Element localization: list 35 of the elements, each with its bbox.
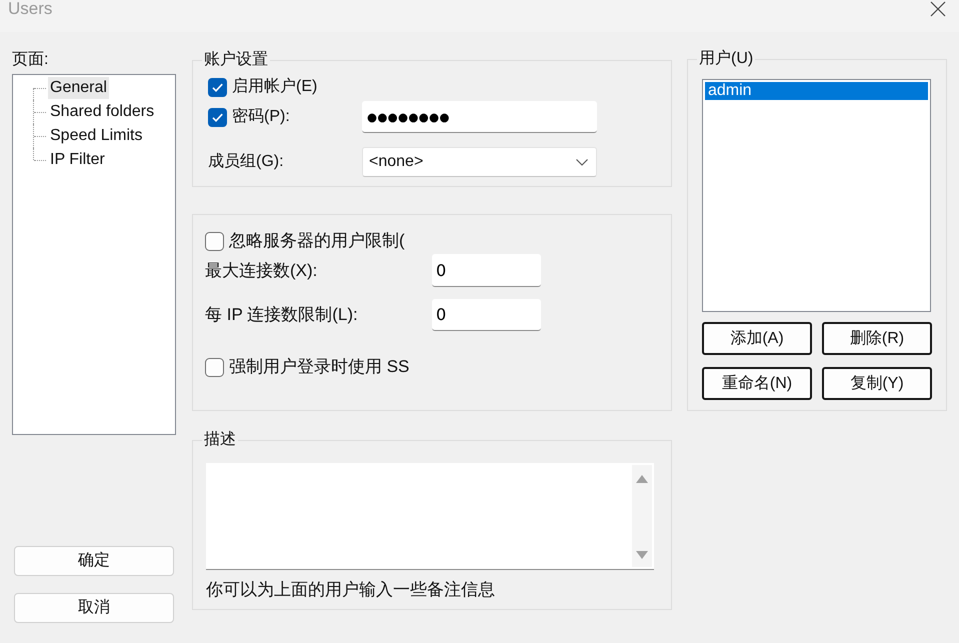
description-field[interactable] (206, 463, 654, 570)
copy-button[interactable]: 复制(Y) (822, 367, 932, 400)
group-title: 描述 (203, 431, 237, 449)
cancel-button[interactable]: 取消 (14, 593, 174, 623)
field-label: 每 IP 连接数限制(L): (205, 305, 358, 325)
checkbox[interactable] (205, 232, 224, 250)
window-title: Users (8, 0, 52, 18)
group-title: 账户设置 (203, 51, 269, 69)
tree-item[interactable]: IP Filter (48, 149, 107, 171)
close-icon[interactable] (930, 1, 946, 17)
number-field[interactable]: 0 (432, 299, 541, 331)
tree-item[interactable]: Shared folders (48, 101, 156, 123)
password-field[interactable]: ●●●●●●●● (362, 101, 597, 133)
checkbox[interactable] (208, 78, 227, 96)
group-dropdown[interactable]: <none> (362, 147, 597, 177)
checkbox-label: 强制用户登录时使用 SS (229, 357, 410, 377)
tree-item[interactable]: General (48, 77, 109, 99)
pages-label: 页面: (12, 50, 48, 70)
field-label: 成员组(G): (208, 152, 284, 172)
list-item[interactable]: admin (705, 82, 928, 100)
checkbox-label: 忽略服务器的用户限制( (229, 231, 405, 251)
delete-button[interactable]: 删除(R) (822, 322, 932, 355)
rename-button[interactable]: 重命名(N) (702, 367, 812, 400)
group-title: 用户(U) (698, 50, 754, 68)
number-field[interactable]: 0 (432, 254, 541, 287)
checkbox[interactable] (205, 358, 224, 376)
field-label: 最大连接数(X): (205, 260, 318, 280)
ok-button[interactable]: 确定 (14, 546, 174, 576)
checkbox-label: 启用帐户(E) (232, 77, 318, 97)
add-button[interactable]: 添加(A) (702, 322, 812, 355)
checkbox[interactable] (208, 108, 227, 126)
tree-item[interactable]: Speed Limits (48, 125, 144, 147)
note-text: 你可以为上面的用户输入一些备注信息 (206, 580, 496, 600)
checkbox-label: 密码(P): (232, 107, 290, 127)
chevron-down-icon (576, 158, 588, 166)
